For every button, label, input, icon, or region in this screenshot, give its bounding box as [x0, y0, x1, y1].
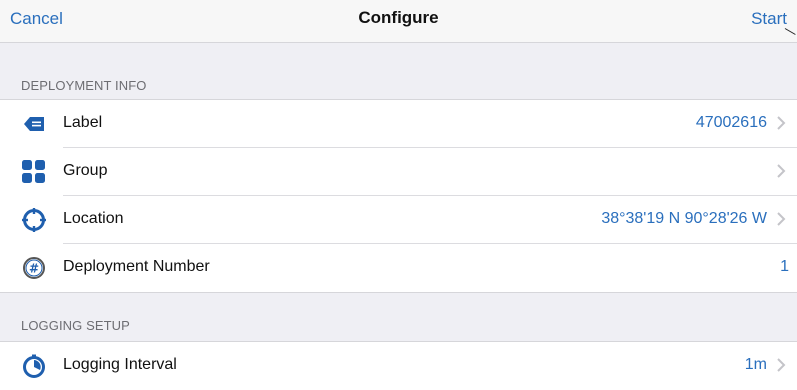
timer-icon	[22, 354, 46, 378]
row-location-text: Location	[63, 210, 124, 227]
row-logging-interval-text: Logging Interval	[63, 356, 177, 373]
navigation-bar: Cancel Configure Start	[0, 0, 797, 43]
row-logging-interval[interactable]: Logging Interval 1m	[0, 342, 797, 390]
chevron-right-icon	[774, 357, 788, 373]
row-logging-interval-value: 1m	[744, 356, 767, 373]
stray-mark	[784, 28, 796, 35]
row-label[interactable]: Label 47002616	[0, 100, 797, 148]
row-deployment-number-text: Deployment Number	[63, 258, 210, 275]
tag-icon	[22, 112, 46, 136]
row-deployment-number[interactable]: # Deployment Number 1	[0, 244, 797, 292]
chevron-right-icon	[774, 115, 788, 131]
section-header-deployment-info: DEPLOYMENT INFO	[21, 78, 147, 93]
row-location[interactable]: Location 38°38'19 N 90°28'26 W	[0, 196, 797, 244]
row-group[interactable]: Group	[0, 148, 797, 196]
svg-text:#: #	[29, 262, 39, 276]
row-deployment-number-value: 1	[780, 258, 789, 275]
page-title: Configure	[358, 8, 439, 27]
chevron-right-icon	[774, 211, 788, 227]
row-label-value: 47002616	[695, 114, 767, 131]
row-group-text: Group	[63, 162, 108, 179]
section-header-logging-setup: LOGGING SETUP	[21, 318, 130, 333]
grid-icon	[22, 160, 46, 184]
crosshair-icon	[22, 208, 46, 232]
start-button[interactable]: Start	[751, 9, 787, 29]
logging-setup-group: Logging Interval 1m	[0, 341, 797, 390]
row-label-text: Label	[63, 114, 103, 131]
row-location-value: 38°38'19 N 90°28'26 W	[601, 210, 767, 227]
deployment-info-group: Label 47002616 Group Location 38°38'19 N…	[0, 99, 797, 293]
chevron-right-icon	[774, 163, 788, 179]
hash-icon: #	[22, 256, 46, 280]
